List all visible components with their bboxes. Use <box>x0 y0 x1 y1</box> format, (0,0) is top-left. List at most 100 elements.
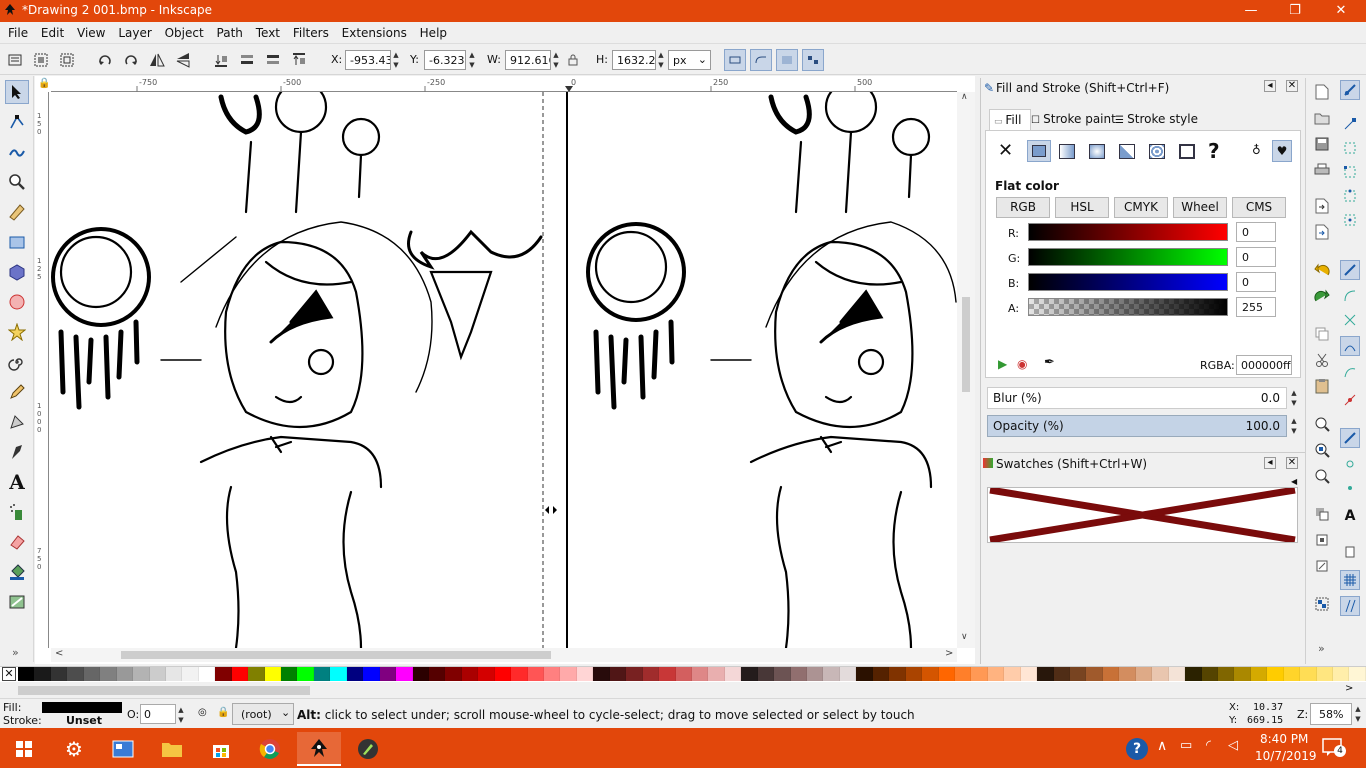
opacity-spinner-icon[interactable]: ▲ ▼ <box>1289 416 1299 436</box>
channel-b-slider[interactable] <box>1028 273 1228 291</box>
snap-nodes-icon[interactable] <box>1340 260 1360 280</box>
palette-swatch[interactable] <box>856 667 873 681</box>
palette-swatch[interactable] <box>938 667 955 681</box>
mode-cms-button[interactable]: CMS <box>1232 197 1286 218</box>
spray-tool-icon[interactable] <box>5 500 29 524</box>
flip-horizontal-icon[interactable] <box>146 49 168 71</box>
palette-swatch[interactable] <box>149 667 166 681</box>
battery-icon[interactable]: ▭ <box>1180 738 1192 753</box>
chrome-icon[interactable] <box>248 732 292 766</box>
palette-swatch[interactable] <box>165 667 183 681</box>
stroke-indicator[interactable]: Unset <box>66 714 102 727</box>
palette-swatch[interactable] <box>987 667 1005 681</box>
palette-swatch[interactable] <box>50 667 68 681</box>
palette-swatch[interactable] <box>823 667 840 681</box>
palette-swatch[interactable] <box>1234 667 1251 681</box>
rectangle-tool-icon[interactable] <box>5 230 29 254</box>
clock-date[interactable]: 10/7/2019 <box>1255 749 1317 763</box>
palette-swatch[interactable] <box>774 667 791 681</box>
y-field[interactable]: -6.323 <box>424 50 466 70</box>
palette-swatch[interactable] <box>67 667 84 681</box>
selector-tool-icon[interactable] <box>5 80 29 104</box>
app-icon[interactable] <box>101 732 145 766</box>
lock-guides-icon[interactable]: 🔒 <box>38 78 50 89</box>
fill-rule-evenodd-icon[interactable]: ♁ <box>1252 143 1261 157</box>
zoom-drawing-icon[interactable] <box>1312 440 1332 460</box>
palette-swatch[interactable] <box>34 667 51 681</box>
palette-swatch[interactable] <box>100 667 117 681</box>
flat-color-icon[interactable] <box>1027 140 1051 162</box>
flip-vertical-icon[interactable] <box>172 49 194 71</box>
zoom-spinner-icon[interactable]: ▲ ▼ <box>1353 704 1363 724</box>
palette-swatch[interactable] <box>379 667 397 681</box>
pen-tool-icon[interactable] <box>5 410 29 434</box>
palette-swatch[interactable] <box>330 667 347 681</box>
close-panel-icon[interactable]: ✕ <box>1286 80 1298 92</box>
palette-swatch[interactable] <box>1300 667 1317 681</box>
palette-swatch[interactable] <box>116 667 134 681</box>
no-color-swatch-icon[interactable]: ✕ <box>2 667 16 681</box>
scale-stroke-icon[interactable] <box>724 49 746 71</box>
palette-swatch[interactable] <box>215 667 232 681</box>
zoom-selection-icon[interactable] <box>1312 414 1332 434</box>
vertical-ruler[interactable]: 1 5 0 1 2 5 1 0 0 0 7 5 0 <box>35 92 49 648</box>
clock-time[interactable]: 8:40 PM <box>1260 732 1308 746</box>
palette-swatch[interactable] <box>1217 667 1235 681</box>
pen-app-icon[interactable] <box>346 732 390 766</box>
palette-swatch[interactable] <box>905 667 923 681</box>
new-document-icon[interactable] <box>1312 82 1332 102</box>
raise-to-top-icon[interactable] <box>288 49 310 71</box>
zoom-field[interactable]: 58% <box>1310 703 1352 725</box>
palette-swatch[interactable] <box>396 667 413 681</box>
palette-swatch[interactable] <box>428 667 446 681</box>
palette-swatch[interactable] <box>1201 667 1218 681</box>
deselect-icon[interactable] <box>56 49 78 71</box>
channel-a-slider[interactable] <box>1028 298 1228 316</box>
h-field[interactable]: 1632.24 <box>612 50 656 70</box>
move-gradients-icon[interactable] <box>776 49 798 71</box>
palette-scroll-right-icon[interactable]: > <box>1345 683 1353 694</box>
palette-swatch[interactable] <box>1102 667 1120 681</box>
palette-swatch[interactable] <box>297 667 314 681</box>
w-field[interactable]: 912.616 <box>505 50 551 70</box>
duplicate-icon[interactable] <box>1312 504 1332 524</box>
palette-swatch[interactable] <box>560 667 577 681</box>
more-tools-icon[interactable]: » <box>12 646 19 659</box>
start-icon[interactable] <box>2 732 46 766</box>
pencil-tool-icon[interactable] <box>5 380 29 404</box>
channel-g-value[interactable]: 0 <box>1236 247 1276 267</box>
palette-swatch[interactable] <box>494 667 512 681</box>
snap-grid-icon[interactable] <box>1340 570 1360 590</box>
palette-swatch[interactable] <box>18 667 35 681</box>
tab-fill[interactable]: ▭ Fill <box>989 109 1031 131</box>
x-field[interactable]: -953.43 <box>345 50 391 70</box>
undo-icon[interactable] <box>1312 260 1332 280</box>
palette-swatch[interactable] <box>741 667 758 681</box>
snap-enable-icon[interactable] <box>1340 80 1360 100</box>
menu-edit[interactable]: Edit <box>37 22 69 40</box>
horizontal-scroll-thumb[interactable] <box>121 651 551 659</box>
eraser-tool-icon[interactable] <box>5 530 29 554</box>
radial-gradient-icon[interactable] <box>1089 144 1105 159</box>
measure-tool-icon[interactable] <box>5 200 29 224</box>
mode-hsl-button[interactable]: HSL <box>1055 197 1109 218</box>
3d-box-tool-icon[interactable] <box>5 260 29 284</box>
palette-swatch[interactable] <box>1168 667 1186 681</box>
snap-line-midpoints-icon[interactable] <box>1340 390 1360 410</box>
unlink-clone-icon[interactable] <box>1312 556 1332 576</box>
print-icon[interactable] <box>1312 160 1332 180</box>
wifi-icon[interactable]: ◜ <box>1206 738 1211 753</box>
clone-icon[interactable] <box>1312 530 1332 550</box>
menu-object[interactable]: Object <box>161 22 209 40</box>
mode-cmyk-button[interactable]: CMYK <box>1114 197 1168 218</box>
channel-b-value[interactable]: 0 <box>1236 272 1276 292</box>
tweak-tool-icon[interactable] <box>5 140 29 164</box>
palette-swatch[interactable] <box>231 667 249 681</box>
swatch-icon[interactable] <box>1179 144 1195 159</box>
mode-rgb-button[interactable]: RGB <box>996 197 1050 218</box>
palette-swatch[interactable] <box>264 667 281 681</box>
palette-swatch[interactable] <box>511 667 528 681</box>
w-spinner-icon[interactable]: ▲ ▼ <box>551 50 561 70</box>
horizontal-scrollbar[interactable]: < > <box>51 648 957 662</box>
snap-guide-icon[interactable] <box>1340 596 1360 616</box>
